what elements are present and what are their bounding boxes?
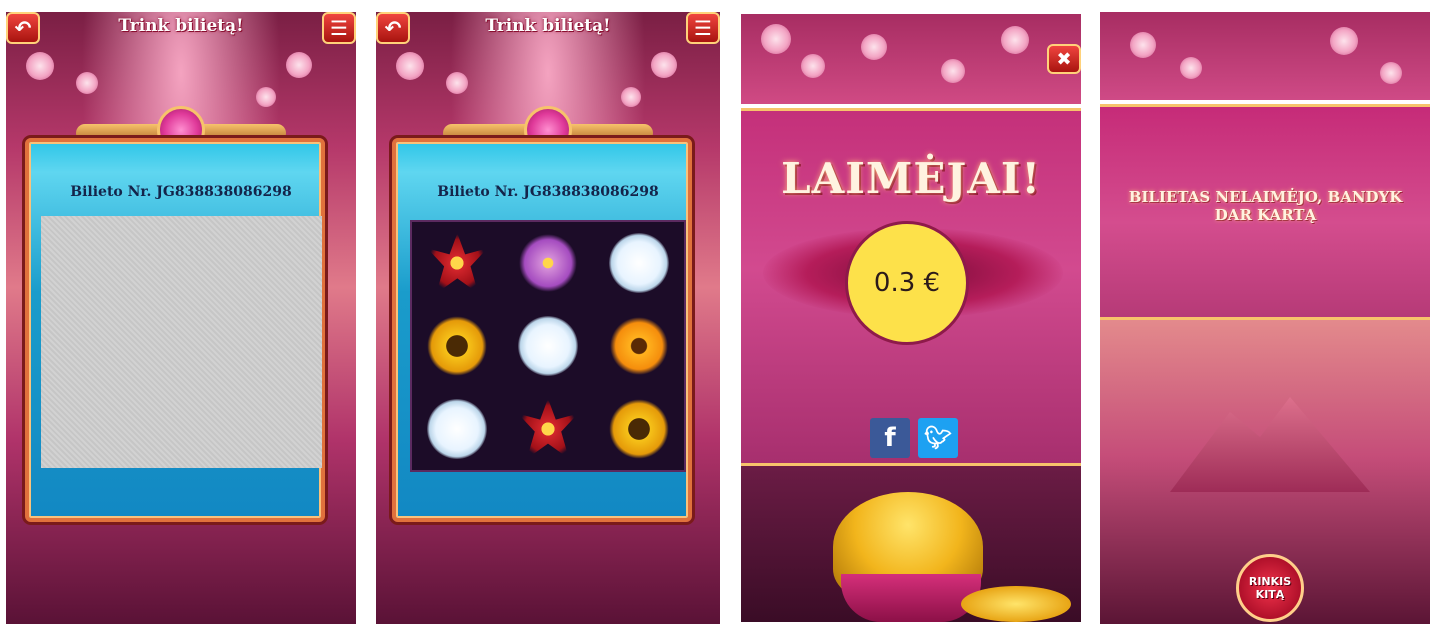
blossom-decoration xyxy=(256,87,276,107)
grid-cell xyxy=(412,222,503,305)
lose-screen: BILIETAS NELAIMĖJO, BANDYK DAR KARTĄ RIN… xyxy=(1100,12,1430,624)
sunflower-icon xyxy=(427,315,488,376)
scratch-screen-revealed: ↶ ☰ Trink bilietą! Bilieto Nr. JG8388380… xyxy=(376,12,720,624)
scratch-screen-unscratched: ↶ ☰ Trink bilietą! Bilieto Nr. JG8388380… xyxy=(6,12,356,624)
scratch-area[interactable] xyxy=(41,216,322,468)
screen-title: Trink bilietą! xyxy=(118,16,244,36)
blossom-decoration xyxy=(396,52,424,80)
grid-cell xyxy=(593,305,684,388)
grid-cell xyxy=(503,222,594,305)
win-screen: ✖ LAIMĖJAI! 0.3 € f 🐦︎ xyxy=(741,14,1081,622)
gold-coins-pile-icon xyxy=(961,586,1071,622)
ticket-number: Bilieto Nr. JG838838086298 xyxy=(437,184,659,200)
white-flower-icon xyxy=(517,315,578,376)
lose-message: BILIETAS NELAIMĖJO, BANDYK DAR KARTĄ xyxy=(1128,188,1403,224)
blossom-decoration xyxy=(621,87,641,107)
blossom-header xyxy=(1100,12,1430,100)
grid-cell xyxy=(503,305,594,388)
blossom-decoration xyxy=(286,52,312,78)
twitter-bird-icon: 🐦︎ xyxy=(924,425,952,451)
close-button[interactable]: ✖ xyxy=(1047,44,1081,74)
white-flower-icon xyxy=(608,233,669,294)
grid-cell xyxy=(412,305,503,388)
treasure-pot-icon xyxy=(841,574,981,622)
choose-another-button[interactable]: RINKIS KITĄ xyxy=(1236,554,1304,622)
ticket-number: Bilieto Nr. JG838838086298 xyxy=(70,184,292,200)
treasure-scene xyxy=(741,466,1081,622)
white-flower-icon xyxy=(427,398,488,459)
grid-cell xyxy=(593,222,684,305)
red-flower-icon xyxy=(427,233,488,294)
pink-flower-icon xyxy=(517,233,578,294)
facebook-share-button[interactable]: f xyxy=(870,418,910,458)
blossom-decoration xyxy=(76,72,98,94)
blossom-header xyxy=(741,14,1081,104)
blossom-decoration xyxy=(446,72,468,94)
sunflower-icon xyxy=(608,398,669,459)
win-heading: LAIMĖJAI! xyxy=(781,154,1041,203)
red-flower-icon xyxy=(517,398,578,459)
twitter-share-button[interactable]: 🐦︎ xyxy=(918,418,958,458)
prize-amount: 0.3 € xyxy=(845,221,969,345)
grid-cell xyxy=(412,387,503,470)
blossom-decoration xyxy=(651,52,677,78)
screen-title: Trink bilietą! xyxy=(485,16,611,36)
grid-cell xyxy=(503,387,594,470)
orange-flower-icon xyxy=(608,315,669,376)
close-icon: ✖ xyxy=(1056,48,1072,70)
blossom-decoration xyxy=(26,52,54,80)
symbol-grid xyxy=(410,220,686,472)
grid-cell xyxy=(593,387,684,470)
